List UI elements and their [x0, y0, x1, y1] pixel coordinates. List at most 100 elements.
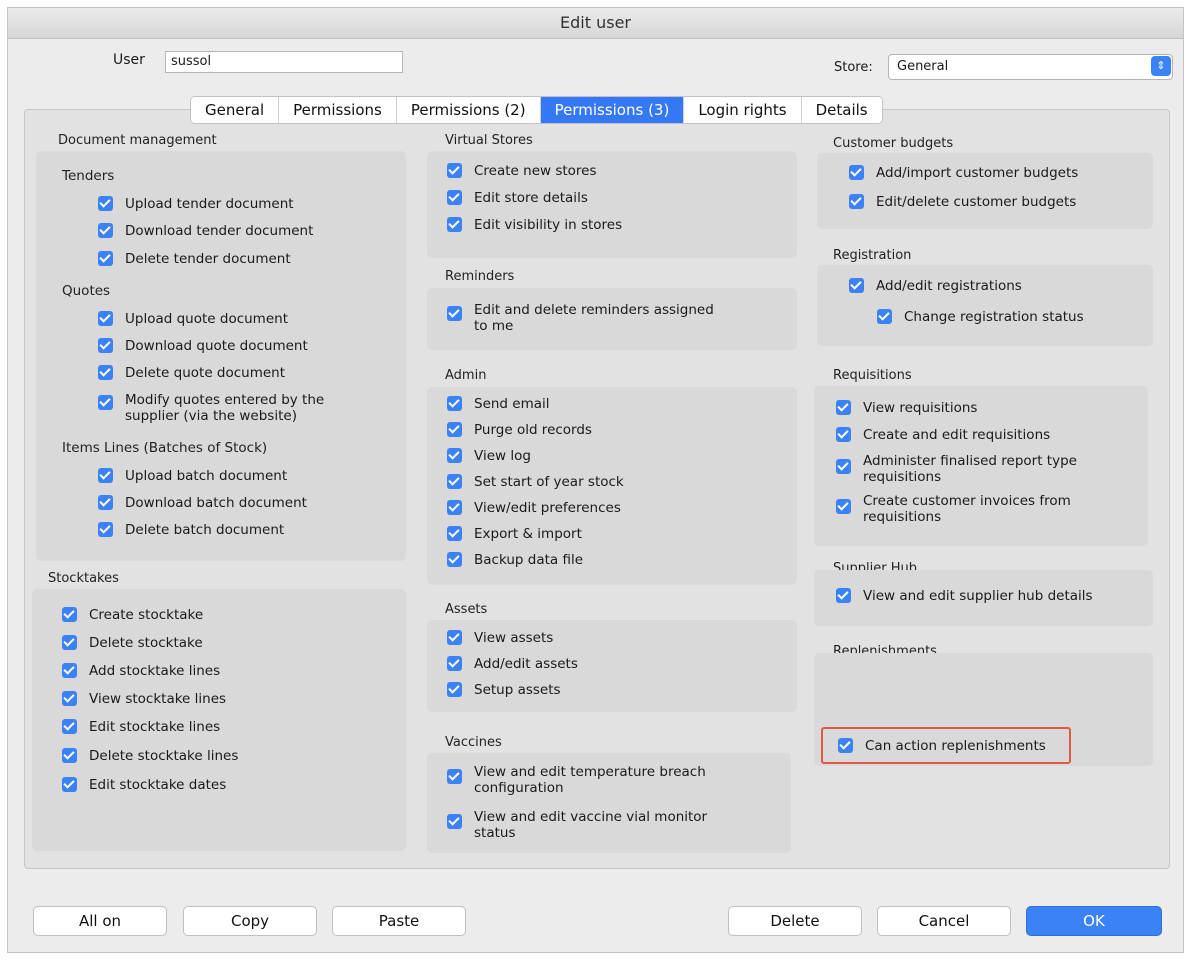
checkbox-checked-icon[interactable]: [836, 459, 851, 474]
perm-view-stocktake-lines[interactable]: View stocktake lines: [62, 691, 226, 707]
perm-delete-quote[interactable]: Delete quote document: [98, 365, 285, 381]
perm-modify-quotes[interactable]: Modify quotes entered by the supplier (vi…: [98, 392, 324, 424]
checkbox-checked-icon[interactable]: [447, 769, 462, 784]
checkbox-checked-icon[interactable]: [849, 278, 864, 293]
perm-download-quote[interactable]: Download quote document: [98, 338, 308, 354]
perm-create-stocktake[interactable]: Create stocktake: [62, 607, 203, 623]
user-input[interactable]: sussol: [165, 51, 403, 73]
checkbox-checked-icon[interactable]: [849, 165, 864, 180]
perm-add-edit-assets[interactable]: Add/edit assets: [447, 656, 578, 672]
checkbox-checked-icon[interactable]: [62, 748, 77, 763]
checkbox-checked-icon[interactable]: [447, 526, 462, 541]
perm-administer-finalised[interactable]: Administer finalised report type requisit…: [836, 453, 1077, 485]
checkbox-checked-icon[interactable]: [447, 306, 462, 321]
perm-temperature-breach[interactable]: View and edit temperature breach configur…: [447, 764, 706, 796]
checkbox-checked-icon[interactable]: [98, 495, 113, 510]
checkbox-checked-icon[interactable]: [62, 663, 77, 678]
perm-change-registration-status[interactable]: Change registration status: [877, 309, 1084, 325]
perm-backup-data-file[interactable]: Backup data file: [447, 552, 583, 568]
checkbox-checked-icon[interactable]: [447, 630, 462, 645]
checkbox-checked-icon[interactable]: [98, 338, 113, 353]
checkbox-checked-icon[interactable]: [838, 738, 853, 753]
all-on-button[interactable]: All on: [33, 906, 167, 936]
checkbox-checked-icon[interactable]: [447, 552, 462, 567]
perm-edit-stocktake-dates[interactable]: Edit stocktake dates: [62, 777, 226, 793]
perm-view-edit-supplier-hub[interactable]: View and edit supplier hub details: [836, 588, 1093, 604]
perm-delete-tender[interactable]: Delete tender document: [98, 251, 291, 267]
perm-add-edit-registrations[interactable]: Add/edit registrations: [849, 278, 1022, 294]
perm-delete-stocktake[interactable]: Delete stocktake: [62, 635, 203, 651]
checkbox-checked-icon[interactable]: [447, 217, 462, 232]
perm-download-tender[interactable]: Download tender document: [98, 223, 313, 239]
perm-setup-assets[interactable]: Setup assets: [447, 682, 561, 698]
checkbox-checked-icon[interactable]: [98, 311, 113, 326]
perm-view-log[interactable]: View log: [447, 448, 531, 464]
checkbox-checked-icon[interactable]: [836, 588, 851, 603]
checkbox-checked-icon[interactable]: [836, 499, 851, 514]
perm-upload-quote[interactable]: Upload quote document: [98, 311, 288, 327]
checkbox-checked-icon[interactable]: [98, 251, 113, 266]
checkbox-checked-icon[interactable]: [849, 194, 864, 209]
perm-view-requisitions[interactable]: View requisitions: [836, 400, 977, 416]
paste-button[interactable]: Paste: [332, 906, 466, 936]
tab-details[interactable]: Details: [801, 97, 882, 123]
perm-edit-stocktake-lines[interactable]: Edit stocktake lines: [62, 719, 220, 735]
tab-permissions-3[interactable]: Permissions (3): [540, 97, 685, 123]
perm-edit-store-details[interactable]: Edit store details: [447, 190, 588, 206]
perm-edit-visibility[interactable]: Edit visibility in stores: [447, 217, 622, 233]
tab-login-rights[interactable]: Login rights: [684, 97, 802, 123]
checkbox-checked-icon[interactable]: [447, 474, 462, 489]
perm-create-edit-requisitions[interactable]: Create and edit requisitions: [836, 427, 1050, 443]
checkbox-checked-icon[interactable]: [98, 522, 113, 537]
cancel-button[interactable]: Cancel: [877, 906, 1011, 936]
perm-can-action-replenishments[interactable]: Can action replenishments: [838, 738, 1046, 754]
checkbox-checked-icon[interactable]: [447, 422, 462, 437]
perm-delete-stocktake-lines[interactable]: Delete stocktake lines: [62, 748, 238, 764]
ok-button[interactable]: OK: [1026, 906, 1162, 936]
checkbox-checked-icon[interactable]: [447, 656, 462, 671]
checkbox-checked-icon[interactable]: [98, 395, 113, 410]
delete-button[interactable]: Delete: [728, 906, 862, 936]
checkbox-checked-icon[interactable]: [836, 400, 851, 415]
perm-delete-batch[interactable]: Delete batch document: [98, 522, 284, 538]
checkbox-checked-icon[interactable]: [836, 427, 851, 442]
perm-download-batch[interactable]: Download batch document: [98, 495, 307, 511]
tab-permissions[interactable]: Permissions: [279, 97, 397, 123]
perm-vaccine-vial-monitor[interactable]: View and edit vaccine vial monitor status: [447, 809, 707, 841]
checkbox-checked-icon[interactable]: [447, 190, 462, 205]
perm-upload-tender[interactable]: Upload tender document: [98, 196, 294, 212]
checkbox-checked-icon[interactable]: [98, 468, 113, 483]
perm-upload-batch[interactable]: Upload batch document: [98, 468, 287, 484]
checkbox-checked-icon[interactable]: [98, 196, 113, 211]
checkbox-checked-icon[interactable]: [447, 396, 462, 411]
checkbox-checked-icon[interactable]: [447, 448, 462, 463]
perm-purge-old-records[interactable]: Purge old records: [447, 422, 592, 438]
perm-add-import-budgets[interactable]: Add/import customer budgets: [849, 165, 1078, 181]
perm-add-stocktake-lines[interactable]: Add stocktake lines: [62, 663, 220, 679]
perm-edit-delete-reminders[interactable]: Edit and delete reminders assigned to me: [447, 302, 714, 334]
checkbox-checked-icon[interactable]: [62, 777, 77, 792]
checkbox-checked-icon[interactable]: [447, 163, 462, 178]
checkbox-checked-icon[interactable]: [62, 691, 77, 706]
checkbox-checked-icon[interactable]: [447, 682, 462, 697]
checkbox-checked-icon[interactable]: [62, 635, 77, 650]
perm-send-email[interactable]: Send email: [447, 396, 550, 412]
perm-create-customer-invoices[interactable]: Create customer invoices from requisition…: [836, 493, 1071, 525]
perm-create-new-stores[interactable]: Create new stores: [447, 163, 597, 179]
checkbox-checked-icon[interactable]: [447, 500, 462, 515]
perm-export-import[interactable]: Export & import: [447, 526, 582, 542]
checkbox-checked-icon[interactable]: [447, 814, 462, 829]
perm-view-assets[interactable]: View assets: [447, 630, 553, 646]
checkbox-checked-icon[interactable]: [62, 719, 77, 734]
copy-button[interactable]: Copy: [183, 906, 317, 936]
checkbox-checked-icon[interactable]: [98, 223, 113, 238]
checkbox-checked-icon[interactable]: [62, 607, 77, 622]
tab-general[interactable]: General: [191, 97, 280, 123]
store-select[interactable]: General ⇕: [888, 54, 1173, 80]
perm-set-start-year-stock[interactable]: Set start of year stock: [447, 474, 624, 490]
checkbox-checked-icon[interactable]: [877, 309, 892, 324]
checkbox-checked-icon[interactable]: [98, 365, 113, 380]
perm-view-edit-preferences[interactable]: View/edit preferences: [447, 500, 621, 516]
perm-edit-delete-budgets[interactable]: Edit/delete customer budgets: [849, 194, 1076, 210]
tab-permissions-2[interactable]: Permissions (2): [396, 97, 541, 123]
